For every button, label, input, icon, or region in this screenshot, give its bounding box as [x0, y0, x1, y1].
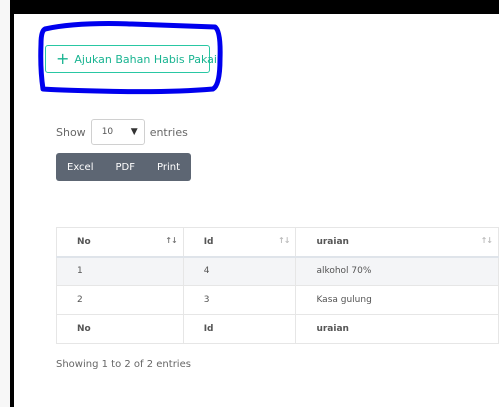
table-row[interactable]: 1 4 alkohol 70%	[56, 256, 499, 286]
footer-no: No	[56, 314, 184, 344]
footer-uraian: uraian	[295, 314, 499, 344]
cell-id: 4	[182, 256, 297, 286]
window-edge	[0, 0, 499, 9]
column-header-uraian[interactable]: uraian ↑↓	[295, 227, 499, 258]
export-button-group: Excel PDF Print	[56, 153, 191, 181]
pdf-button[interactable]: PDF	[105, 153, 146, 181]
sort-icon: ↑↓	[278, 236, 290, 245]
add-consumable-button[interactable]: + Ajukan Bahan Habis Pakai	[45, 45, 217, 73]
cell-no: 2	[56, 285, 184, 315]
caret-down-icon: ▼	[130, 127, 138, 137]
column-header-label: Id	[203, 236, 214, 247]
sort-icon: ↑↓	[165, 236, 177, 245]
left-frame	[0, 0, 10, 407]
cell-uraian: Kasa gulung	[295, 285, 499, 315]
show-label: Show	[56, 125, 86, 139]
entries-label: entries	[149, 125, 188, 139]
plus-icon: +	[56, 49, 70, 68]
column-header-label: No	[77, 236, 91, 247]
column-header-label: uraian	[316, 236, 349, 247]
data-table: No ↑↓ Id ↑↓ uraian ↑↓ 1 4 alkohol 70% 2 …	[56, 227, 499, 344]
excel-button[interactable]: Excel	[56, 153, 105, 181]
cell-id: 3	[182, 285, 297, 315]
table-footer-row: No Id uraian	[56, 314, 499, 344]
table-info: Showing 1 to 2 of 2 entries	[56, 359, 191, 370]
column-header-id[interactable]: Id ↑↓	[182, 227, 297, 258]
cell-no: 1	[56, 256, 184, 286]
page-length-value: 10	[101, 127, 114, 137]
column-header-no[interactable]: No ↑↓	[56, 227, 184, 258]
table-row[interactable]: 2 3 Kasa gulung	[56, 285, 499, 315]
add-button-label: Ajukan Bahan Habis Pakai	[74, 52, 217, 66]
sort-icon: ↑↓	[480, 236, 493, 245]
footer-id: Id	[182, 314, 297, 344]
print-button[interactable]: Print	[146, 153, 191, 181]
table-header-row: No ↑↓ Id ↑↓ uraian ↑↓	[56, 227, 499, 258]
cell-uraian: alkohol 70%	[295, 256, 499, 286]
page-length-control: Show 10 ▼ entries	[56, 119, 188, 145]
page-length-select[interactable]: 10 ▼	[90, 119, 145, 145]
